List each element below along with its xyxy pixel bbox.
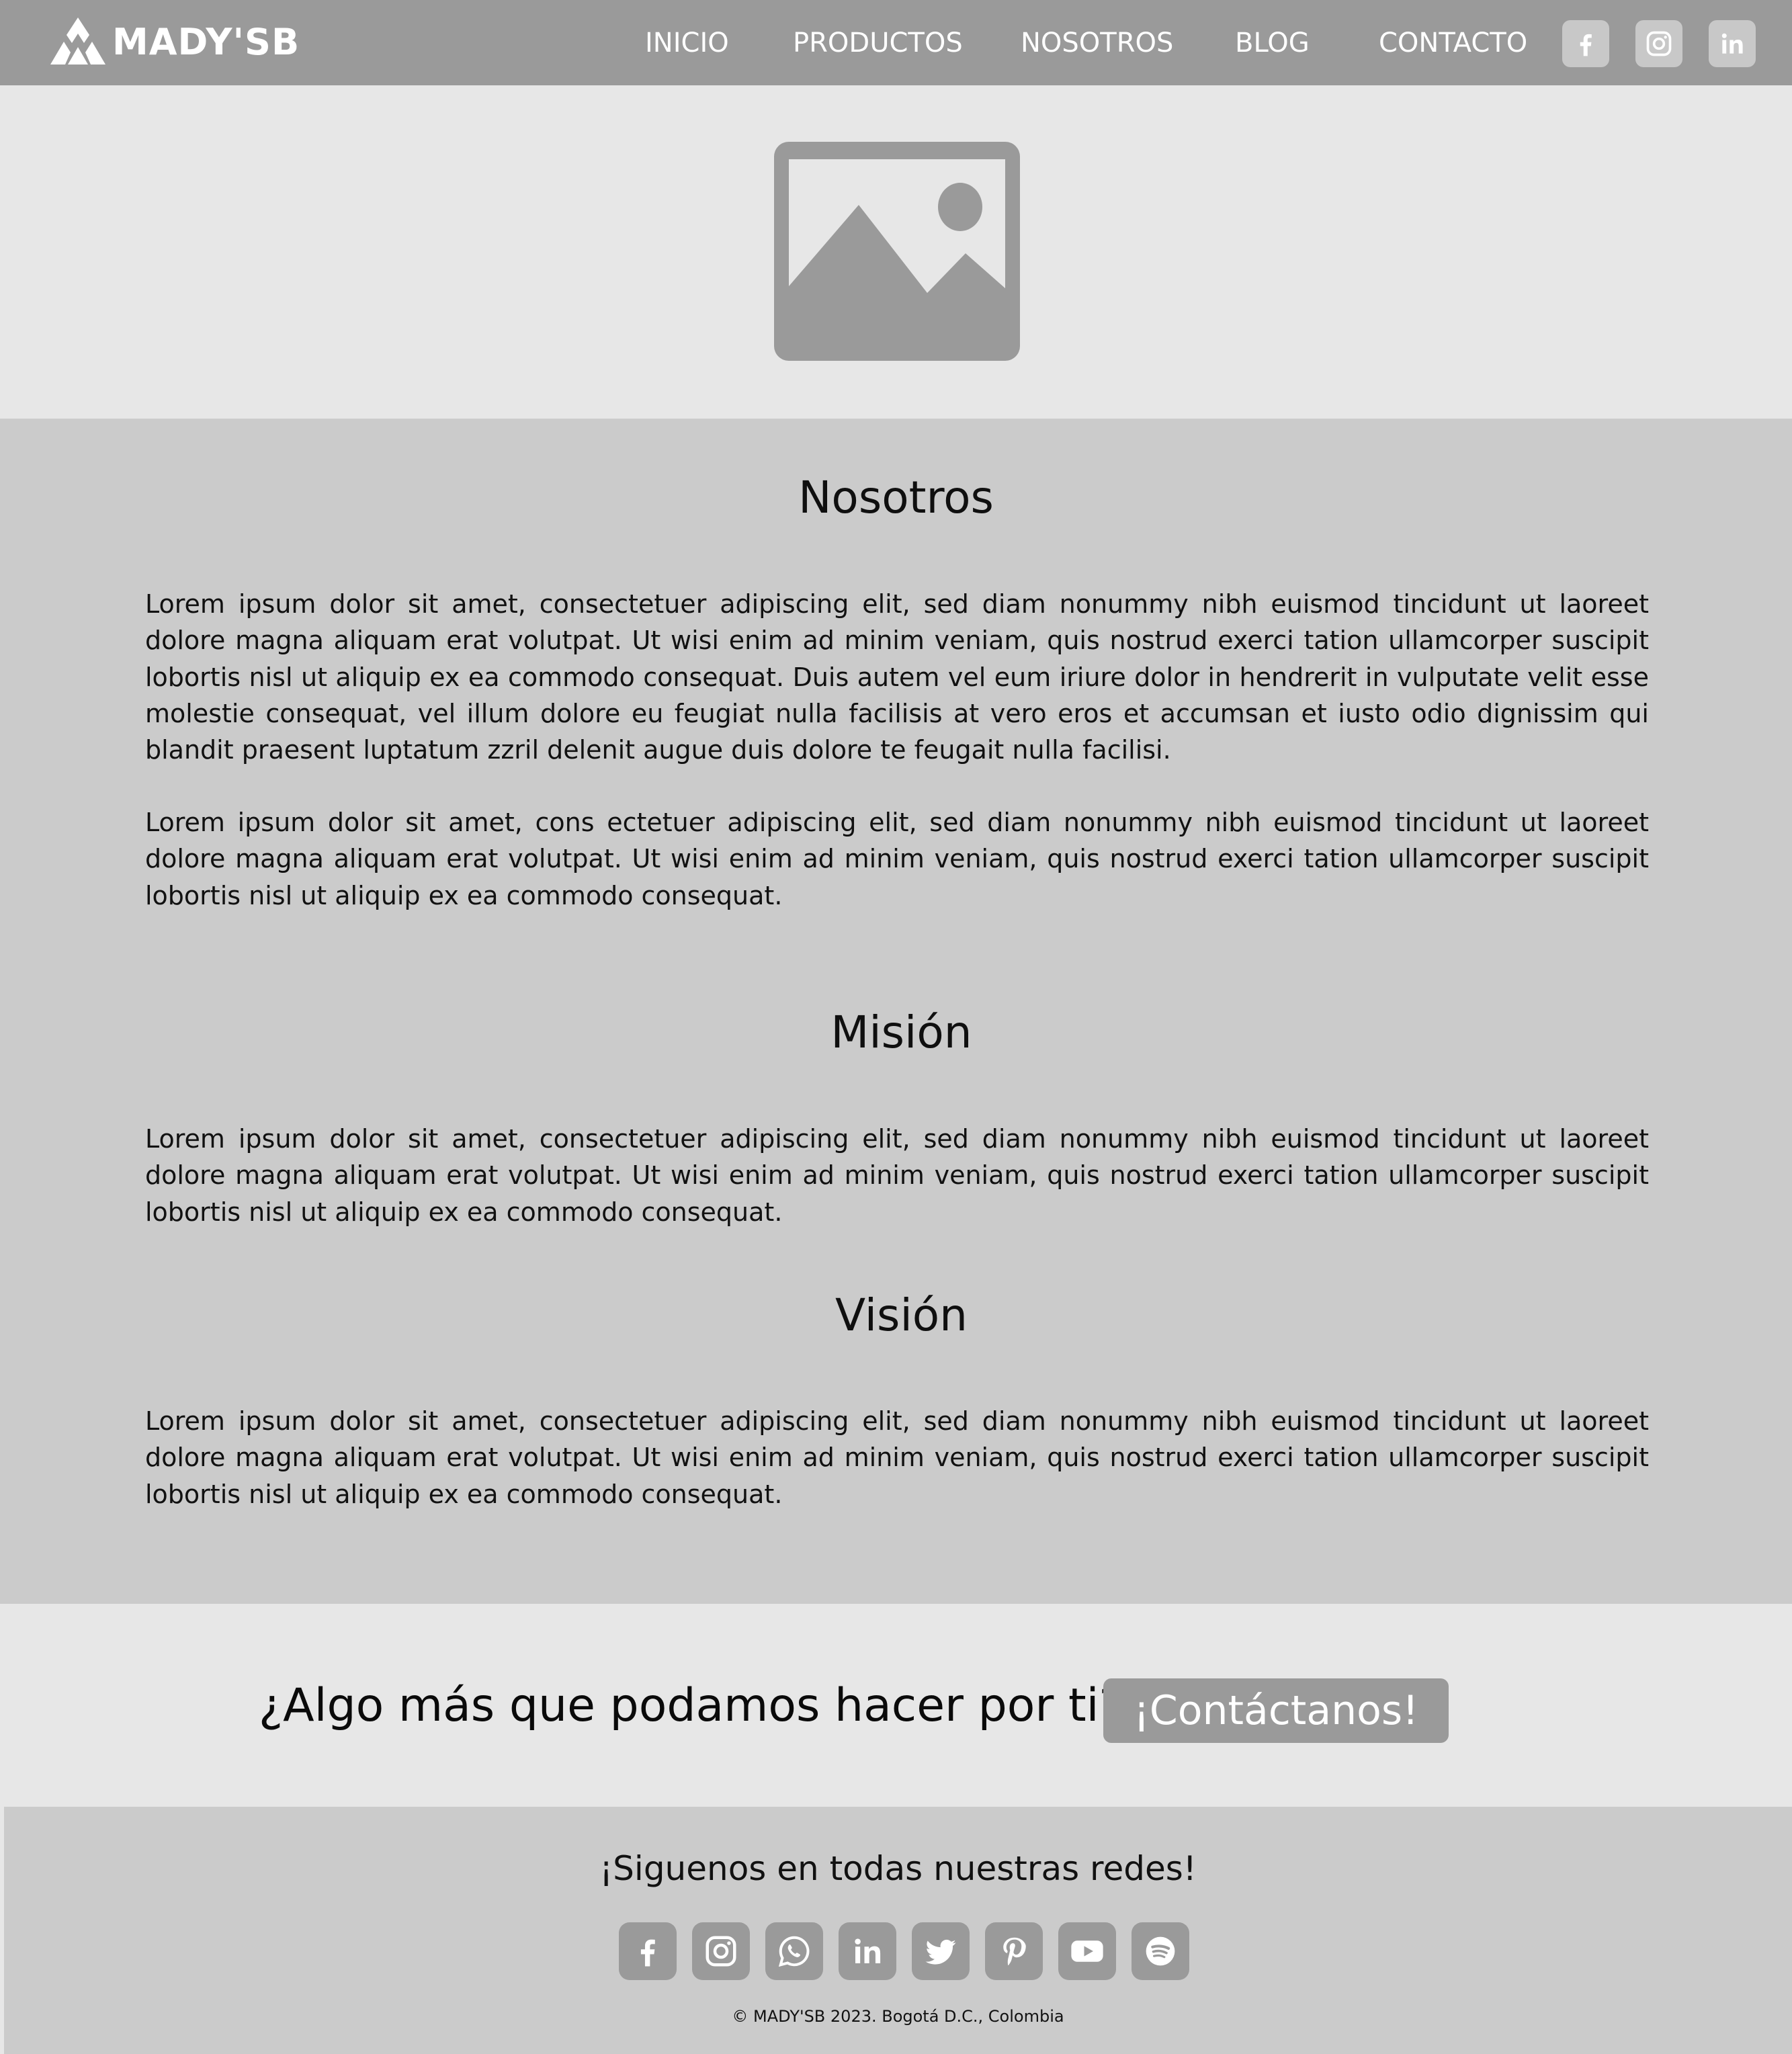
- contact-button[interactable]: ¡Contáctanos!: [1103, 1678, 1449, 1743]
- mission-title: Misión: [830, 1007, 972, 1058]
- hero-banner: [0, 85, 1792, 419]
- image-placeholder-icon: [774, 142, 1020, 361]
- nav-item-productos[interactable]: PRODUCTOS: [793, 26, 963, 60]
- linkedin-icon[interactable]: [839, 1922, 896, 1980]
- instagram-icon[interactable]: [692, 1922, 750, 1980]
- footer: ¡Siguenos en todas nuestras redes! © MAD…: [4, 1807, 1792, 2054]
- footer-title: ¡Siguenos en todas nuestras redes!: [599, 1849, 1197, 1888]
- about-title: Nosotros: [798, 472, 994, 523]
- main-menu: INICIO PRODUCTOS NOSOTROS BLOG CONTACTO: [0, 0, 1792, 85]
- about-section: Nosotros Lorem ipsum dolor sit amet, con…: [0, 419, 1792, 1604]
- about-paragraph-1: Lorem ipsum dolor sit amet, consectetuer…: [145, 589, 1649, 765]
- copyright-text: © MADY'SB 2023. Bogotá D.C., Colombia: [732, 2007, 1064, 2026]
- cta-question: ¿Algo más que podamos hacer por ti?: [259, 1679, 1123, 1732]
- about-paragraph-2: Lorem ipsum dolor sit amet, cons ectetue…: [145, 808, 1649, 910]
- nav-item-inicio[interactable]: INICIO: [645, 26, 729, 60]
- vision-paragraph: Lorem ipsum dolor sit amet, consectetuer…: [145, 1406, 1649, 1509]
- linkedin-icon[interactable]: [1709, 20, 1756, 67]
- nav-item-blog[interactable]: BLOG: [1235, 26, 1310, 60]
- mission-paragraph: Lorem ipsum dolor sit amet, consectetuer…: [145, 1124, 1649, 1227]
- contact-cta: ¿Algo más que podamos hacer por ti? ¡Con…: [0, 1604, 1792, 1807]
- facebook-icon[interactable]: [619, 1922, 677, 1980]
- nav-item-contacto[interactable]: CONTACTO: [1379, 26, 1527, 60]
- instagram-icon[interactable]: [1635, 20, 1682, 67]
- vision-title: Visión: [835, 1289, 968, 1341]
- top-navbar: MADY'SB INICIO PRODUCTOS NOSOTROS BLOG C…: [0, 0, 1792, 85]
- pinterest-icon[interactable]: [985, 1922, 1043, 1980]
- footer-social-links: [4, 1922, 1792, 1981]
- spotify-icon[interactable]: [1132, 1922, 1189, 1980]
- whatsapp-icon[interactable]: [765, 1922, 823, 1980]
- twitter-icon[interactable]: [912, 1922, 970, 1980]
- youtube-icon[interactable]: [1058, 1922, 1116, 1980]
- nav-item-nosotros[interactable]: NOSOTROS: [1021, 26, 1173, 60]
- facebook-icon[interactable]: [1562, 20, 1609, 67]
